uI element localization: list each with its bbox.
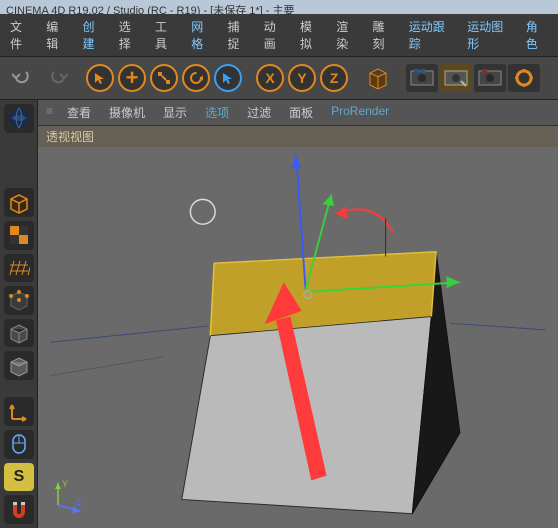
select-tool[interactable] <box>86 64 114 92</box>
magnet-button[interactable] <box>4 495 34 524</box>
texture-mode-button[interactable] <box>4 221 34 250</box>
axis-x-button[interactable]: X <box>256 64 284 92</box>
selection-cursor-icon <box>190 199 215 224</box>
menu-sculpt[interactable]: 雕刻 <box>367 16 401 54</box>
render-button[interactable] <box>406 64 438 92</box>
viewmenu-filter[interactable]: 过滤 <box>239 102 279 123</box>
undo-button[interactable] <box>8 63 38 93</box>
viewmenu-display[interactable]: 显示 <box>155 102 195 123</box>
render-buttons <box>406 64 540 92</box>
axis-z-button[interactable]: Z <box>320 64 348 92</box>
menu-edit[interactable]: 编辑 <box>40 16 74 54</box>
viewport[interactable]: Y Z <box>38 147 558 528</box>
menu-tools[interactable]: 工具 <box>149 16 183 54</box>
left-tool-panel: S <box>0 100 38 528</box>
viewmenu-prorender[interactable]: ProRender <box>323 102 397 123</box>
menu-create[interactable]: 创建 <box>77 16 111 54</box>
viewport-canvas <box>38 147 558 528</box>
main-toolbar: + X Y Z <box>0 57 558 100</box>
title-text: CINEMA 4D R19.02 / Studio (RC - R19) - [… <box>6 5 295 14</box>
menu-mesh[interactable]: 网格 <box>185 16 219 54</box>
main-area: S ≡ 查看 摄像机 显示 选项 过滤 面板 ProRender 透视视图 <box>0 100 558 528</box>
menu-motiontrack[interactable]: 运动跟踪 <box>403 16 459 54</box>
menu-simulate[interactable]: 模拟 <box>294 16 328 54</box>
main-menubar: 文件 编辑 创建 选择 工具 网格 捕捉 动画 模拟 渲染 雕刻 运动跟踪 运动… <box>0 14 558 57</box>
render-settings-button[interactable] <box>508 64 540 92</box>
rotate-tool[interactable] <box>182 64 210 92</box>
viewmenu-panel[interactable]: 面板 <box>281 102 321 123</box>
viewport-title: 透视视图 <box>38 126 558 147</box>
move-tool[interactable]: + <box>118 64 146 92</box>
menu-select[interactable]: 选择 <box>113 16 147 54</box>
coord-system-button[interactable] <box>362 63 392 93</box>
axis-y-label: Y <box>62 479 68 489</box>
axis-tool-button[interactable] <box>4 397 34 426</box>
picture-viewer-button[interactable] <box>474 64 506 92</box>
viewport-area: ≡ 查看 摄像机 显示 选项 过滤 面板 ProRender 透视视图 <box>38 100 558 528</box>
menu-character[interactable]: 角色 <box>520 16 554 54</box>
menu-capture[interactable]: 捕捉 <box>222 16 256 54</box>
snap-button[interactable]: S <box>4 463 34 492</box>
axis-indicator: Y Z <box>48 475 88 518</box>
viewport-menubar: ≡ 查看 摄像机 显示 选项 过滤 面板 ProRender <box>38 100 558 126</box>
menu-motiongfx[interactable]: 运动图形 <box>461 16 517 54</box>
render-region-button[interactable] <box>440 64 472 92</box>
menu-file[interactable]: 文件 <box>4 16 38 54</box>
axis-y-button[interactable]: Y <box>288 64 316 92</box>
last-tool[interactable] <box>214 64 242 92</box>
scale-tool[interactable] <box>150 64 178 92</box>
viewmenu-camera[interactable]: 摄像机 <box>101 102 153 123</box>
menu-render[interactable]: 渲染 <box>330 16 364 54</box>
titlebar: CINEMA 4D R19.02 / Studio (RC - R19) - [… <box>0 0 558 14</box>
redo-button[interactable] <box>42 63 72 93</box>
viewport-menu-icon[interactable]: ≡ <box>42 102 57 123</box>
make-editable-button[interactable] <box>4 104 34 133</box>
point-mode-button[interactable] <box>4 286 34 315</box>
mouse-tool-button[interactable] <box>4 430 34 459</box>
workplane-button[interactable] <box>4 254 34 283</box>
menu-animate[interactable]: 动画 <box>258 16 292 54</box>
axis-z-label: Z <box>76 497 82 507</box>
viewmenu-view[interactable]: 查看 <box>59 102 99 123</box>
model-mode-button[interactable] <box>4 188 34 217</box>
viewmenu-options[interactable]: 选项 <box>197 102 237 123</box>
edge-mode-button[interactable] <box>4 319 34 348</box>
polygon-mode-button[interactable] <box>4 351 34 380</box>
snap-icon: S <box>14 468 25 486</box>
